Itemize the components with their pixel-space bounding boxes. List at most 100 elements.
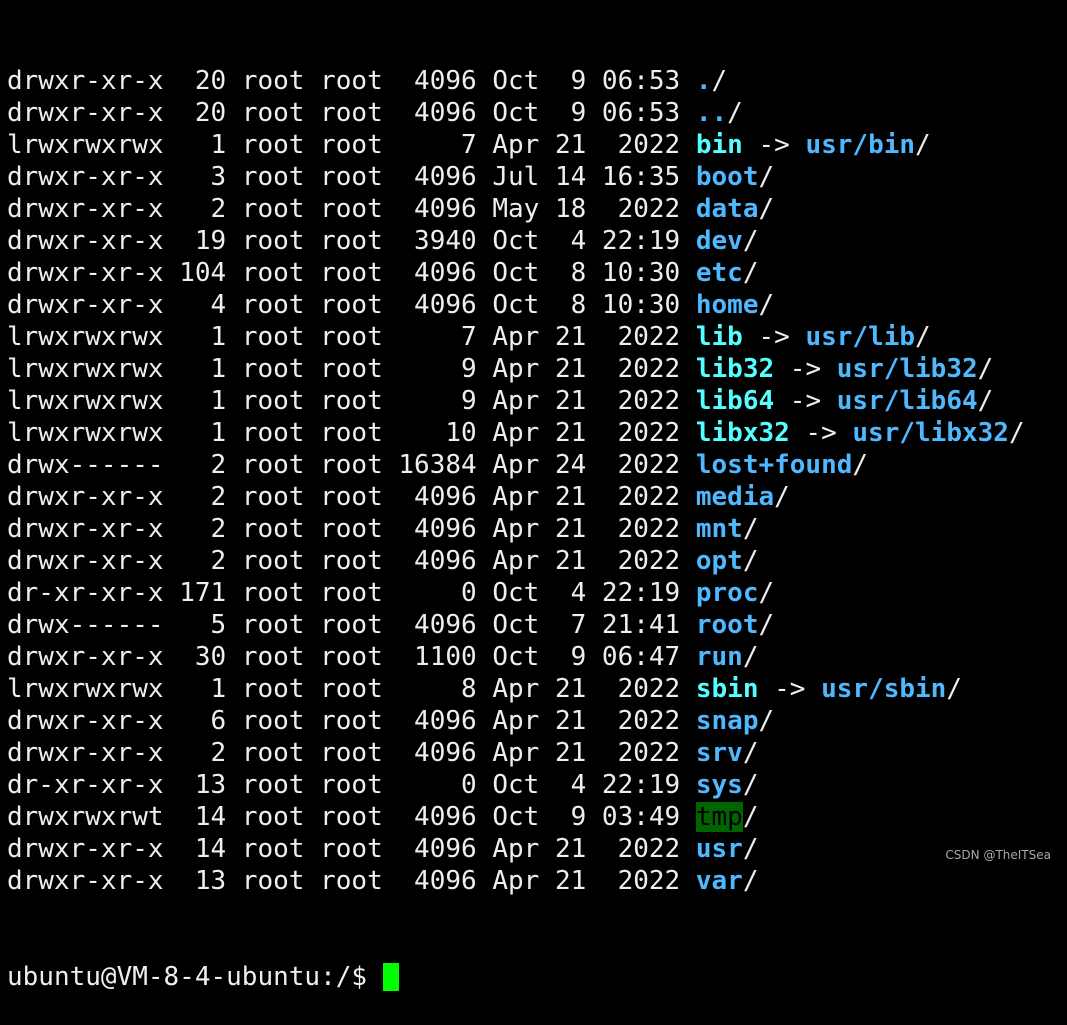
file-size: 4096 (398, 610, 477, 640)
file-size: 7 (398, 130, 477, 160)
list-item: drwxr-xr-x 2 root root 4096 Apr 21 2022 … (7, 514, 759, 544)
time: 22:19 (601, 770, 681, 800)
permissions: drwx------ (7, 450, 164, 480)
entry-name: . (695, 66, 712, 96)
time: 2022 (601, 546, 681, 576)
list-item: drwx------ 2 root root 16384 Apr 24 2022… (7, 450, 869, 480)
month: Apr (492, 546, 540, 576)
permissions: dr-xr-xr-x (7, 578, 164, 608)
group: root (320, 450, 383, 480)
month: Oct (492, 802, 540, 832)
entry-name: dev (695, 226, 743, 256)
month: Apr (492, 738, 540, 768)
list-item: dr-xr-xr-x 171 root root 0 Oct 4 22:19 p… (7, 578, 775, 608)
permissions: drwxrwxrwt (7, 802, 164, 832)
link-count: 6 (179, 706, 227, 736)
list-item: lrwxrwxrwx 1 root root 7 Apr 21 2022 bin… (7, 130, 931, 160)
file-size: 7 (398, 322, 477, 352)
entry-name: proc (695, 578, 759, 608)
entry-name: snap (695, 706, 759, 736)
owner: root (241, 322, 305, 352)
month: Apr (492, 866, 540, 896)
prompt-line[interactable]: ubuntu@VM-8-4-ubuntu:/$ (7, 961, 1025, 993)
time: 2022 (601, 386, 681, 416)
month: Apr (492, 482, 540, 512)
list-item: drwxr-xr-x 3 root root 4096 Jul 14 16:35… (7, 162, 775, 192)
file-size: 10 (398, 418, 477, 448)
day: 9 (554, 66, 587, 96)
day: 9 (554, 802, 587, 832)
file-size: 9 (398, 386, 477, 416)
time: 2022 (601, 482, 681, 512)
entry-name: data (695, 194, 759, 224)
month: Apr (492, 834, 540, 864)
owner: root (241, 290, 305, 320)
link-target: usr/libx32 (852, 418, 1009, 448)
file-size: 4096 (398, 98, 477, 128)
entry-name: sbin (695, 674, 759, 704)
terminal-output[interactable]: drwxr-xr-x 20 root root 4096 Oct 9 06:53… (7, 1, 1025, 1025)
link-count: 20 (179, 98, 227, 128)
group: root (320, 386, 383, 416)
time: 2022 (601, 354, 681, 384)
owner: root (241, 66, 305, 96)
file-size: 3940 (398, 226, 477, 256)
entry-name: mnt (695, 514, 743, 544)
list-item: drwxr-xr-x 14 root root 4096 Apr 21 2022… (7, 834, 759, 864)
link-count: 1 (179, 322, 227, 352)
list-item: lrwxrwxrwx 1 root root 10 Apr 21 2022 li… (7, 418, 1025, 448)
group: root (320, 66, 383, 96)
group: root (320, 514, 383, 544)
file-size: 4096 (398, 66, 477, 96)
file-size: 4096 (398, 834, 477, 864)
permissions: drwxr-xr-x (7, 866, 164, 896)
month: Oct (492, 770, 540, 800)
month: Oct (492, 226, 540, 256)
shell-prompt: ubuntu@VM-8-4-ubuntu:/$ (7, 962, 383, 992)
list-item: drwxr-xr-x 19 root root 3940 Oct 4 22:19… (7, 226, 759, 256)
entry-name: lost+found (695, 450, 853, 480)
list-item: lrwxrwxrwx 1 root root 9 Apr 21 2022 lib… (7, 386, 994, 416)
file-size: 4096 (398, 258, 477, 288)
time: 21:41 (601, 610, 681, 640)
group: root (320, 482, 383, 512)
group: root (320, 546, 383, 576)
file-size: 1100 (398, 642, 477, 672)
month: Oct (492, 642, 540, 672)
link-count: 1 (179, 418, 227, 448)
permissions: lrwxrwxrwx (7, 354, 164, 384)
day: 21 (554, 674, 587, 704)
list-item: lrwxrwxrwx 1 root root 9 Apr 21 2022 lib… (7, 354, 994, 384)
entry-name: lib64 (695, 386, 775, 416)
month: Jul (492, 162, 540, 192)
link-count: 20 (179, 66, 227, 96)
owner: root (241, 450, 305, 480)
link-target: usr/lib64 (836, 386, 978, 416)
day: 21 (554, 738, 587, 768)
time: 2022 (601, 514, 681, 544)
permissions: drwxr-xr-x (7, 98, 164, 128)
link-count: 14 (179, 802, 227, 832)
month: Apr (492, 354, 540, 384)
permissions: drwxr-xr-x (7, 66, 164, 96)
owner: root (241, 642, 305, 672)
file-size: 4096 (398, 162, 477, 192)
group: root (320, 802, 383, 832)
file-size: 9 (398, 354, 477, 384)
permissions: drwx------ (7, 610, 164, 640)
permissions: drwxr-xr-x (7, 290, 164, 320)
list-item: drwxr-xr-x 104 root root 4096 Oct 8 10:3… (7, 258, 759, 288)
day: 18 (554, 194, 587, 224)
day: 9 (554, 98, 587, 128)
month: Apr (492, 386, 540, 416)
permissions: drwxr-xr-x (7, 514, 164, 544)
group: root (320, 98, 383, 128)
link-count: 104 (179, 258, 227, 288)
link-count: 30 (179, 642, 227, 672)
list-item: drwxr-xr-x 2 root root 4096 Apr 21 2022 … (7, 546, 759, 576)
permissions: lrwxrwxrwx (7, 322, 164, 352)
entry-name: etc (695, 258, 743, 288)
permissions: lrwxrwxrwx (7, 674, 164, 704)
day: 21 (554, 706, 587, 736)
time: 2022 (601, 834, 681, 864)
